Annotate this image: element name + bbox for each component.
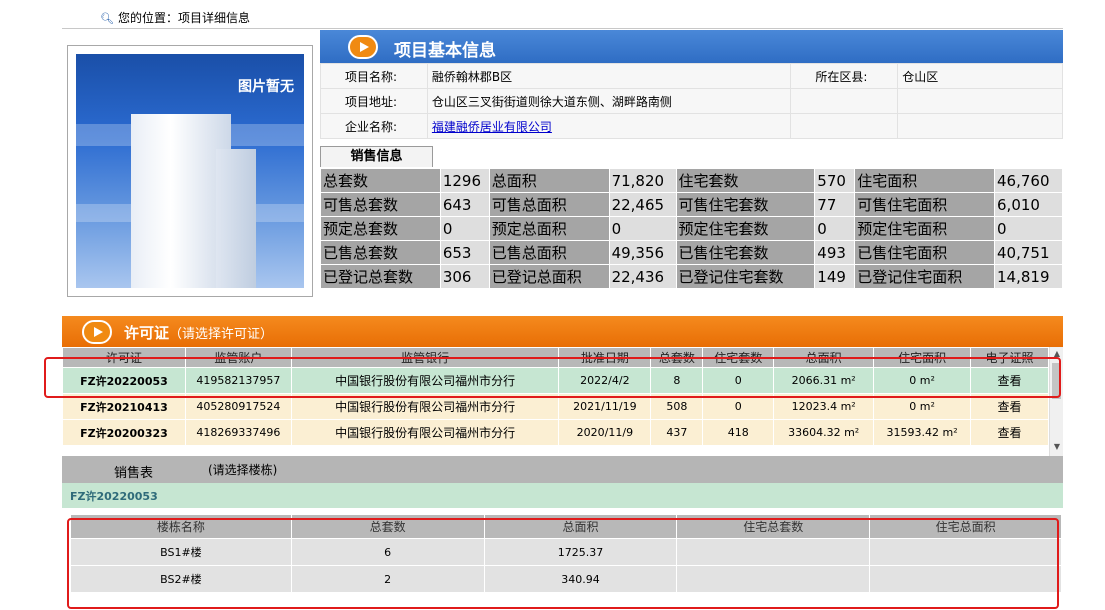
residential-area: 31593.42 m² bbox=[873, 419, 972, 446]
empty-cell bbox=[897, 88, 1063, 114]
company-name-link[interactable]: 福建融侨居业有限公司 bbox=[432, 120, 552, 134]
sales-label: 预定住宅面积 bbox=[854, 216, 996, 241]
sales-label: 可售住宅面积 bbox=[854, 192, 996, 217]
sales-label: 已售总面积 bbox=[488, 240, 610, 265]
building-silhouette bbox=[216, 149, 256, 288]
basic-info-table: 项目名称: 融侨翰林郡B区 所在区县: 仓山区 项目地址: 仓山区三叉街街道则徐… bbox=[320, 63, 1063, 139]
sales-value: 570 bbox=[814, 168, 856, 193]
basic-info-header: 项目基本信息 bbox=[320, 30, 1063, 63]
sales-label: 住宅套数 bbox=[675, 168, 816, 193]
sales-table-hint: (请选择楼栋) bbox=[208, 463, 278, 477]
breadcrumb-text: 您的位置：项目详细信息 bbox=[117, 11, 250, 25]
permit-title: 许可证（请选择许可证） bbox=[124, 322, 273, 343]
empty-cell bbox=[897, 113, 1063, 139]
sales-value: 0 bbox=[608, 216, 677, 241]
project-image-frame: 图片暂无 bbox=[67, 45, 313, 297]
district-value: 仓山区 bbox=[897, 63, 1063, 89]
sales-label: 已登记总面积 bbox=[488, 264, 610, 289]
sales-value: 653 bbox=[439, 240, 490, 265]
sales-label: 已登记住宅面积 bbox=[854, 264, 996, 289]
sales-value: 14,819 bbox=[994, 264, 1063, 289]
company-name-cell: 福建融侨居业有限公司 bbox=[426, 113, 792, 139]
sales-value: 46,760 bbox=[994, 168, 1063, 193]
permit-subtitle: （请选择许可证） bbox=[169, 327, 274, 342]
total-area: 33604.32 m² bbox=[773, 419, 875, 446]
account-number: 418269337496 bbox=[184, 419, 292, 446]
selected-permit-bar: FZ许20220053 bbox=[62, 483, 1063, 508]
image-placeholder-text: 图片暂无 bbox=[238, 79, 294, 95]
play-arrow-icon bbox=[348, 35, 378, 59]
sales-value: 0 bbox=[814, 216, 856, 241]
sales-value: 77 bbox=[814, 192, 856, 217]
play-arrow-icon bbox=[82, 320, 112, 344]
sales-label: 已售总套数 bbox=[320, 240, 441, 265]
total-units: 437 bbox=[650, 419, 704, 446]
highlight-box-building-table bbox=[67, 518, 1059, 609]
sales-info-table: 总套数 1296 总面积 71,820 住宅套数 570 住宅面积 46,760 可售总套数 64… bbox=[320, 168, 1063, 289]
sales-value: 493 bbox=[814, 240, 856, 265]
sales-row: 已售总套数 653 已售总面积 49,356 已售住宅套数 493 已售住宅面积 40,751 bbox=[320, 240, 1063, 265]
sales-value: 1296 bbox=[439, 168, 490, 193]
sales-label: 总面积 bbox=[488, 168, 610, 193]
permit-title-text: 许可证 bbox=[124, 324, 170, 342]
view-link[interactable]: 查看 bbox=[970, 419, 1049, 446]
sales-label: 可售总套数 bbox=[320, 192, 441, 217]
permit-header: 许可证（请选择许可证） bbox=[62, 316, 1063, 347]
sales-value: 643 bbox=[439, 192, 490, 217]
sales-row: 可售总套数 643 可售总面积 22,465 可售住宅套数 77 可售住宅面积 6,010 bbox=[320, 192, 1063, 217]
sales-label: 已登记住宅套数 bbox=[675, 264, 816, 289]
empty-cell bbox=[790, 88, 899, 114]
sales-label: 预定住宅套数 bbox=[675, 216, 816, 241]
sales-label: 预定总套数 bbox=[320, 216, 441, 241]
district-label: 所在区县: bbox=[790, 63, 899, 89]
sales-value: 149 bbox=[814, 264, 856, 289]
location-pin-icon: 🔍︎ bbox=[100, 12, 114, 25]
sales-label: 总套数 bbox=[320, 168, 441, 193]
sales-value: 0 bbox=[439, 216, 490, 241]
sales-table-bar: 销售表 (请选择楼栋) bbox=[62, 456, 1063, 483]
sales-value: 22,436 bbox=[608, 264, 677, 289]
sales-label: 可售住宅套数 bbox=[675, 192, 816, 217]
scroll-down-icon[interactable]: ▼ bbox=[1050, 442, 1064, 454]
sales-label: 可售总面积 bbox=[488, 192, 610, 217]
sales-value: 22,465 bbox=[608, 192, 677, 217]
sales-value: 306 bbox=[439, 264, 490, 289]
selected-permit-id: FZ许20220053 bbox=[70, 490, 158, 503]
sales-value: 71,820 bbox=[608, 168, 677, 193]
project-name-label: 项目名称: bbox=[320, 63, 428, 89]
sales-row: 总套数 1296 总面积 71,820 住宅套数 570 住宅面积 46,760 bbox=[320, 168, 1063, 193]
sales-label: 住宅面积 bbox=[854, 168, 996, 193]
basic-info-title: 项目基本信息 bbox=[394, 41, 496, 61]
sales-label: 已登记总套数 bbox=[320, 264, 441, 289]
sales-label: 已售住宅套数 bbox=[675, 240, 816, 265]
breadcrumb: 🔍︎ 您的位置：项目详细信息 bbox=[100, 9, 250, 26]
sales-row: 预定总套数 0 预定总面积 0 预定住宅套数 0 预定住宅面积 0 bbox=[320, 216, 1063, 241]
sales-value: 40,751 bbox=[994, 240, 1063, 265]
sales-label: 预定总面积 bbox=[488, 216, 610, 241]
sales-info-tab[interactable]: 销售信息 bbox=[320, 146, 433, 167]
permit-id: FZ许20200323 bbox=[62, 419, 186, 446]
sales-value: 6,010 bbox=[994, 192, 1063, 217]
sales-label: 已售住宅面积 bbox=[854, 240, 996, 265]
permit-row[interactable]: FZ许20200323 418269337496 中国银行股份有限公司福州市分行 20… bbox=[62, 419, 1049, 446]
sales-value: 49,356 bbox=[608, 240, 677, 265]
project-address-value: 仓山区三叉街街道则徐大道东侧、湖畔路南侧 bbox=[426, 88, 792, 114]
sales-value: 0 bbox=[994, 216, 1063, 241]
project-image-placeholder: 图片暂无 bbox=[76, 54, 304, 288]
divider bbox=[62, 28, 1063, 29]
empty-cell bbox=[790, 113, 899, 139]
residential-units: 418 bbox=[702, 419, 775, 446]
sales-table-title: 销售表 bbox=[114, 466, 154, 481]
bank-name: 中国银行股份有限公司福州市分行 bbox=[290, 419, 560, 446]
project-address-label: 项目地址: bbox=[320, 88, 428, 114]
company-name-label: 企业名称: bbox=[320, 113, 428, 139]
sales-row: 已登记总套数 306 已登记总面积 22,436 已登记住宅套数 149 已登记住宅面积 14… bbox=[320, 264, 1063, 289]
project-name-value: 融侨翰林郡B区 bbox=[426, 63, 792, 89]
highlight-box-permit-row bbox=[44, 357, 1061, 398]
approval-date: 2020/11/9 bbox=[558, 419, 652, 446]
